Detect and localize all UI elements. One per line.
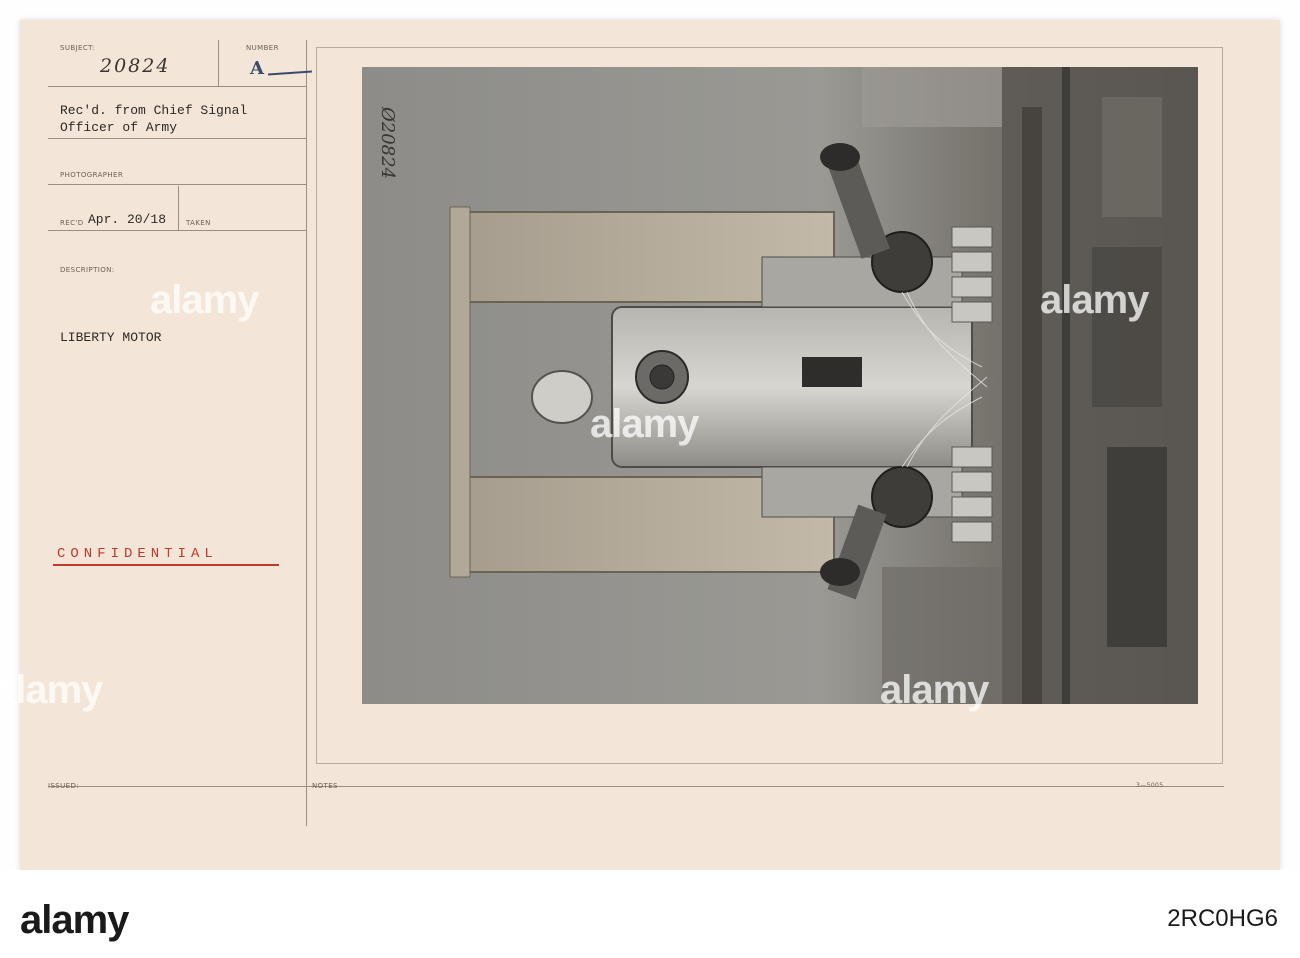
rule-bottom — [48, 786, 1224, 787]
watermark-5: alamy — [880, 668, 989, 712]
rule-photographer — [48, 184, 306, 185]
confidential-stamp: CONFIDENTIAL — [57, 546, 218, 562]
issued-label: ISSUED: — [48, 782, 80, 790]
number-label: NUMBER — [246, 44, 279, 52]
rule-dates — [48, 230, 306, 231]
notes-label: NOTES — [312, 782, 338, 790]
subject-label: SUBJECT: — [60, 44, 95, 52]
recd-taken-divider — [178, 186, 179, 230]
watermark-2: alamy — [0, 668, 103, 712]
recd-date: Apr. 20/18 — [88, 212, 167, 227]
form-column-divider — [306, 40, 307, 826]
description-label: DESCRIPTION: — [60, 266, 115, 274]
image-code: 2RC0HG6 — [1167, 905, 1278, 932]
description-text: LIBERTY MOTOR — [60, 330, 162, 345]
watermark-4: alamy — [590, 402, 699, 446]
stock-photo-page: SUBJECT: 20824 NUMBER A Rec'd. from Chie… — [0, 0, 1300, 958]
received-from-text: Rec'd. from Chief Signal Officer of Army — [60, 103, 248, 135]
alamy-logo[interactable]: alamy — [20, 898, 129, 943]
subject-number-divider — [218, 40, 219, 86]
form-code: 3—5005 — [1136, 782, 1164, 789]
photo-inscription: Ø20824 — [377, 107, 398, 180]
confidential-underline — [53, 564, 279, 566]
watermark-1: alamy — [150, 278, 259, 322]
footer-bar — [0, 870, 1300, 958]
liberty-motor-photo: Ø20824 — [362, 67, 1198, 704]
engine-photograph — [362, 67, 1198, 704]
subject-value: 20824 — [100, 55, 171, 77]
recd-label: REC'D — [60, 219, 84, 227]
rule-subject — [48, 86, 306, 87]
rule-received — [48, 138, 306, 139]
number-value: A — [250, 58, 264, 79]
taken-label: TAKEN — [186, 219, 211, 227]
watermark-3: alamy — [1040, 278, 1149, 322]
photographer-label: PHOTOGRAPHER — [60, 171, 124, 179]
